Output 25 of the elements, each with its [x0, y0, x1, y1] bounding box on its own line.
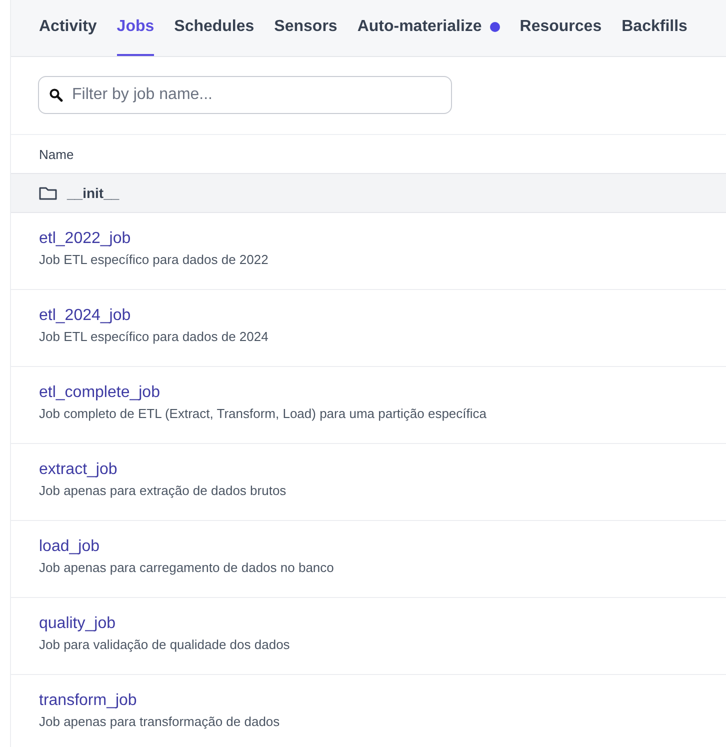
job-description: Job ETL específico para dados de 2022	[39, 252, 268, 267]
job-description: Job apenas para carregamento de dados no banco	[39, 560, 334, 575]
column-header: Name	[39, 146, 74, 162]
folder-icon	[39, 186, 57, 200]
job-link[interactable]: extract_job	[39, 461, 118, 479]
job-description: Job completo de ETL (Extract, Transform, Load) para uma partição específica	[39, 406, 487, 421]
tab[interactable]: Backfills	[622, 0, 688, 56]
job-description: Job apenas para transformação de dados	[39, 714, 280, 729]
search-field[interactable]: Filter by job name...	[38, 76, 452, 114]
tab[interactable]: Jobs	[116, 0, 154, 56]
job-link[interactable]: quality_job	[39, 615, 116, 633]
job-description: Job ETL específico para dados de 2024	[39, 329, 268, 344]
job-link[interactable]: transform_job	[39, 692, 137, 710]
job-link[interactable]: etl_complete_job	[39, 384, 160, 402]
folder-name[interactable]: __init__	[67, 185, 120, 201]
job-link[interactable]: load_job	[39, 538, 100, 556]
job-description: Job apenas para extração de dados brutos	[39, 483, 286, 498]
tab[interactable]: Activity	[39, 0, 97, 56]
tab[interactable]: Auto-materialize	[357, 0, 500, 56]
tab[interactable]: Resources	[520, 0, 602, 56]
tab[interactable]: Sensors	[274, 0, 338, 56]
job-link[interactable]: etl_2022_job	[39, 230, 131, 248]
tab[interactable]: Schedules	[174, 0, 254, 56]
job-link[interactable]: etl_2024_job	[39, 307, 131, 325]
job-description: Job para validação de qualidade dos dados	[39, 637, 290, 652]
